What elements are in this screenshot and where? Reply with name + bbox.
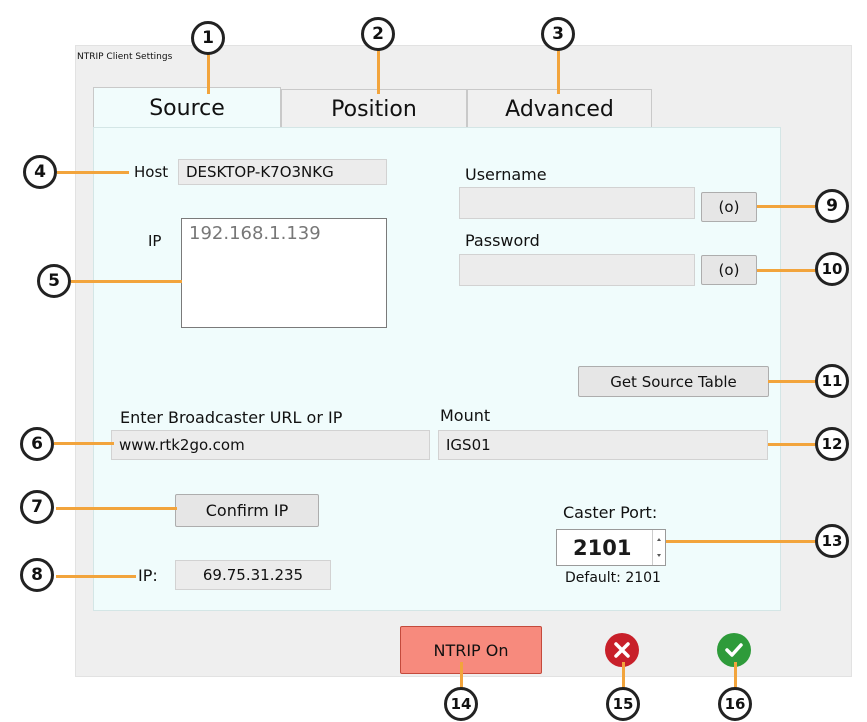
callout-line-2 [377, 48, 380, 94]
broadcaster-input[interactable]: www.rtk2go.com [111, 430, 430, 460]
callout-line-9 [757, 205, 815, 208]
tab-source[interactable]: Source [93, 87, 281, 129]
callout-11: 11 [815, 364, 849, 398]
host-field: DESKTOP-K7O3NKG [178, 159, 387, 185]
password-label: Password [465, 231, 540, 250]
caster-port-label: Caster Port: [563, 503, 658, 522]
broadcaster-label: Enter Broadcaster URL or IP [120, 408, 343, 427]
ntrip-on-button[interactable]: NTRIP On [400, 626, 542, 674]
callout-12: 12 [815, 427, 849, 461]
confirm-ip-button[interactable]: Confirm IP [175, 494, 319, 527]
callout-5: 5 [37, 264, 71, 298]
callout-16: 16 [718, 687, 752, 721]
callout-line-6 [54, 442, 114, 445]
ip-list-box[interactable]: 192.168.1.139 [181, 218, 387, 328]
callout-1: 1 [191, 21, 225, 55]
mount-input[interactable]: IGS01 [438, 430, 768, 460]
callout-3: 3 [541, 17, 575, 51]
check-icon [725, 643, 743, 657]
caster-port-value: 2101 [573, 535, 632, 560]
callout-line-10 [757, 269, 817, 272]
tab-advanced[interactable]: Advanced [467, 89, 652, 129]
username-input[interactable] [459, 187, 695, 219]
callout-8: 8 [20, 558, 54, 592]
callout-line-15 [622, 662, 625, 690]
resolved-ip-field: 69.75.31.235 [175, 560, 331, 590]
callout-line-7 [56, 507, 177, 510]
callout-line-16 [734, 662, 737, 690]
caster-port-default: Default: 2101 [565, 570, 661, 586]
mount-label: Mount [440, 406, 491, 425]
ip-list-label: IP [148, 232, 162, 250]
caster-port-spin-buttons[interactable] [652, 530, 665, 565]
callout-14: 14 [444, 687, 478, 721]
show-password-button[interactable]: (o) [701, 255, 757, 285]
host-label: Host [134, 163, 169, 181]
resolved-ip-label: IP: [138, 566, 158, 585]
callout-line-12 [768, 443, 816, 446]
x-icon [614, 642, 630, 658]
callout-7: 7 [20, 490, 54, 524]
username-label: Username [465, 165, 547, 184]
callout-line-14 [460, 662, 463, 690]
get-source-table-button[interactable]: Get Source Table [578, 366, 769, 397]
callout-13: 13 [815, 524, 849, 558]
window-title: NTRIP Client Settings [77, 52, 173, 62]
callout-2: 2 [361, 17, 395, 51]
caster-port-stepper[interactable]: 2101 [556, 529, 666, 566]
callout-line-13 [666, 540, 816, 543]
callout-4: 4 [23, 155, 57, 189]
callout-15: 15 [606, 687, 640, 721]
callout-line-11 [768, 380, 816, 383]
show-username-button[interactable]: (o) [701, 192, 757, 222]
callout-9: 9 [815, 189, 849, 223]
callout-10: 10 [815, 252, 849, 286]
callout-line-3 [557, 48, 560, 94]
callout-line-5 [71, 280, 182, 283]
callout-line-8 [56, 575, 136, 578]
callout-line-4 [57, 171, 129, 174]
password-input[interactable] [459, 254, 695, 286]
tab-position[interactable]: Position [281, 89, 467, 129]
spin-arrows-icon [657, 538, 661, 557]
callout-6: 6 [20, 427, 54, 461]
